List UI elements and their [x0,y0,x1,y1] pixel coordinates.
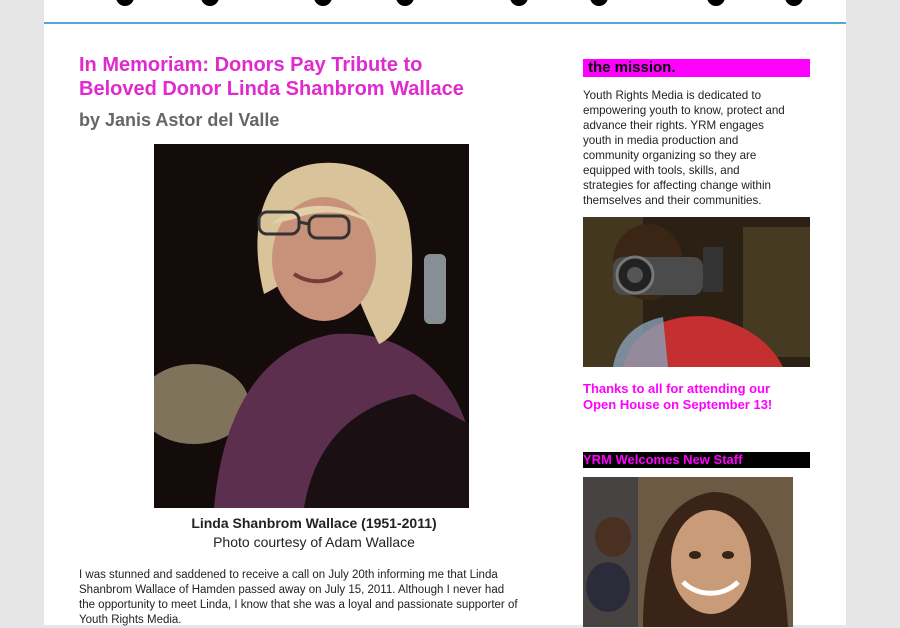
photo-caption: Linda Shanbrom Wallace (1951-2011) [191,515,437,531]
body-line: I was stunned and saddened to receive a … [79,569,498,581]
mission-header: the mission. [583,59,810,77]
mission-line: strategies for affecting change within [583,179,771,192]
article-byline: by Janis Astor del Valle [79,110,280,130]
newsletter-page: In Memoriam: Donors Pay Tribute to Belov… [44,0,846,627]
binding-ring [116,0,134,6]
binding-ring [785,0,803,6]
article-title: In Memoriam: Donors Pay Tribute to Belov… [79,53,549,101]
mission-line: community organizing so they are [583,149,757,162]
staff-illustration [583,477,793,627]
binding-ring [396,0,414,6]
article-title-line1: In Memoriam: Donors Pay Tribute to [79,54,423,76]
new-staff-header: YRM Welcomes New Staff [583,452,810,468]
mission-line: empowering youth to know, protect and [583,104,785,117]
mission-text: Youth Rights Media is dedicated to empow… [583,88,810,208]
mission-line: youth in media production and [583,134,739,147]
binding-ring [510,0,528,6]
body-line: the opportunity to meet Linda, I know th… [79,599,518,611]
mission-line: Youth Rights Media is dedicated to [583,89,762,102]
article-title-line2: Beloved Donor Linda Shanbrom Wallace [79,78,464,100]
new-staff-photo [583,477,793,627]
camera-illustration [583,217,810,367]
thanks-line: Thanks to all for attending our [583,381,771,396]
body-line: Youth Rights Media. [79,614,182,626]
thanks-line: Open House on September 13! [583,397,773,412]
article: In Memoriam: Donors Pay Tribute to Belov… [79,53,549,626]
portrait-illustration [154,144,469,508]
mission-line: advance their rights. YRM engages [583,119,764,132]
article-body: I was stunned and saddened to receive a … [79,568,549,628]
binding-ring [314,0,332,6]
open-house-thanks: Thanks to all for attending our Open Hou… [583,381,810,413]
mission-line: equipped with tools, skills, and [583,164,740,177]
binding-ring [201,0,219,6]
portrait-photo [154,144,469,508]
mission-line: themselves and their communities. [583,194,762,207]
camera-youth-photo [583,217,810,367]
spiral-binding [44,0,846,24]
binding-ring [707,0,725,6]
sidebar: the mission. Youth Rights Media is dedic… [583,59,810,627]
binding-ring [590,0,608,6]
photo-credit: Photo courtesy of Adam Wallace [213,534,415,550]
body-line: Shanbrom Wallace of Hamden passed away o… [79,584,505,596]
